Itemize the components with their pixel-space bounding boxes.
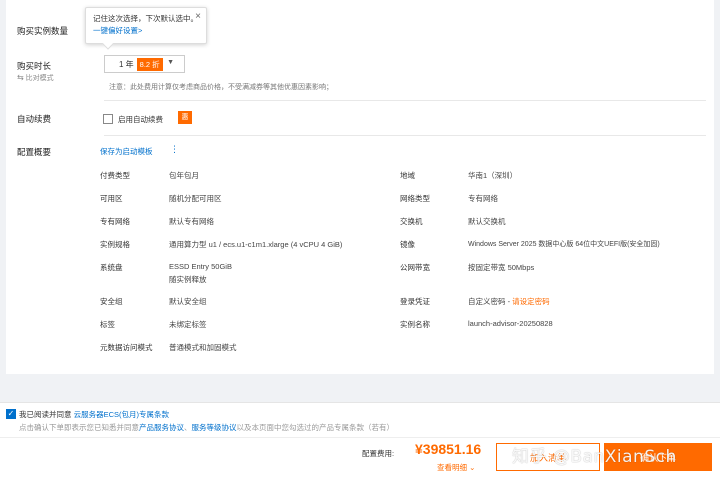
agree-checkbox[interactable]: ✓	[6, 409, 16, 419]
ecs-terms-link[interactable]: 云服务器ECS(包月)专属条款	[74, 410, 169, 419]
config-key: 实例名称	[400, 320, 430, 329]
discount-tag: 惠	[178, 111, 192, 124]
discount-badge: 8.2 折	[136, 57, 163, 71]
compare-icon: ⇆	[17, 73, 24, 82]
config-value: 按固定带宽 50Mbps	[468, 263, 535, 272]
autorenew-label: 自动续费	[17, 114, 52, 124]
overview-label: 配置概要	[17, 147, 52, 157]
config-key: 镜像	[400, 240, 415, 249]
duration-label: 购买时长	[17, 61, 52, 71]
agree-prefix: 我已阅读并同意	[19, 410, 72, 419]
config-key: 公网带宽	[400, 263, 430, 272]
config-key: 地域	[400, 171, 415, 180]
divider	[104, 135, 706, 136]
config-value: 未绑定标签	[169, 320, 207, 329]
view-details-link[interactable]: 查看明细 ⌄	[437, 462, 475, 473]
config-value: 默认交换机	[468, 217, 506, 226]
order-footer: ✓ 我已阅读并同意 云服务器ECS(包月)专属条款 点击确认下单即表示您已知悉并…	[0, 402, 720, 481]
notice-suffix: 以及本页面中您勾选过的产品专属条款（若有）	[236, 423, 395, 432]
compare-mode-toggle[interactable]: ⇆ 比对模式	[17, 73, 54, 83]
config-value: 专有网络	[468, 194, 498, 203]
config-key: 网络类型	[400, 194, 430, 203]
preference-tooltip: 记住这次选择，下次默认选中。一键偏好设置> ×	[85, 7, 207, 50]
more-options-icon[interactable]: ⋮	[170, 144, 179, 155]
notice-separator: 、	[184, 423, 192, 432]
config-key: 登录凭证	[400, 297, 430, 306]
config-value: 默认专有网络	[169, 217, 214, 226]
quantity-label: 购买实例数量	[17, 26, 69, 36]
config-key: 可用区	[100, 194, 123, 203]
config-key: 系统盘	[100, 263, 123, 272]
config-value: 通用算力型 u1 / ecs.u1-c1m1.xlarge (4 vCPU 4 …	[169, 240, 343, 249]
config-key: 交换机	[400, 217, 423, 226]
price-note: 注意：此处费用计算仅考虑商品价格，不受满减券等其他优惠因素影响；	[109, 84, 333, 91]
config-value: ESSD Entry 50GiB	[169, 262, 232, 271]
autorenew-checkbox[interactable]	[103, 114, 113, 124]
autorenew-option-label[interactable]: 启用自动续费	[118, 114, 163, 125]
config-value-secondary: 随实例释放	[169, 275, 207, 284]
divider	[0, 437, 720, 438]
login-credential-value: 自定义密码 -	[468, 297, 513, 306]
config-panel: 购买实例数量 记住这次选择，下次默认选中。一键偏好设置> × 购买时长 ⇆ 比对…	[6, 0, 714, 374]
close-icon[interactable]: ×	[195, 11, 201, 23]
fee-label: 配置费用:	[362, 449, 395, 458]
config-key: 专有网络	[100, 217, 130, 226]
config-value: Windows Server 2025 数据中心版 64位中文UEFI版(安全加…	[468, 241, 660, 248]
config-value: 默认安全组	[169, 297, 207, 306]
config-key: 付费类型	[100, 171, 130, 180]
config-key: 元数据访问模式	[100, 343, 153, 352]
config-key: 标签	[100, 320, 115, 329]
config-value: 华南1（深圳）	[468, 171, 518, 180]
agree-text: 我已阅读并同意 云服务器ECS(包月)专属条款	[19, 409, 169, 420]
watermark: 知乎 @BanXianSch	[512, 447, 677, 467]
config-value: launch-advisor-20250828	[468, 319, 553, 328]
duration-select[interactable]: 1 年 8.2 折 ▼	[104, 55, 185, 73]
order-notice: 点击确认下单即表示您已知悉并同意产品服务协议、服务等级协议以及本页面中您勾选过的…	[19, 422, 394, 433]
set-password-link[interactable]: 请设定密码	[512, 297, 550, 306]
preference-settings-link[interactable]: 一键偏好设置>	[93, 26, 142, 35]
sla-link[interactable]: 服务等级协议	[192, 423, 237, 432]
service-agreement-link[interactable]: 产品服务协议	[139, 423, 184, 432]
compare-mode-label: 比对模式	[25, 75, 54, 82]
chevron-down-icon: ⌄	[469, 463, 476, 472]
notice-prefix: 点击确认下单即表示您已知悉并同意	[19, 423, 139, 432]
config-value: 包年包月	[169, 171, 199, 180]
config-value: 随机分配可用区	[169, 194, 222, 203]
tooltip-arrow	[102, 38, 114, 50]
save-template-link[interactable]: 保存为启动模板	[100, 146, 153, 157]
config-key: 安全组	[100, 297, 123, 306]
config-value: 普通模式和加固模式	[169, 343, 237, 352]
duration-value: 1 年	[119, 59, 134, 69]
config-value: 自定义密码 - 请设定密码	[468, 296, 550, 307]
caret-down-icon: ▼	[167, 59, 174, 66]
tooltip-text: 记住这次选择，下次默认选中。	[93, 14, 198, 23]
config-key: 实例规格	[100, 240, 130, 249]
view-details-label: 查看明细	[437, 463, 467, 472]
total-price: ¥39851.16	[415, 441, 482, 457]
divider	[104, 100, 706, 101]
